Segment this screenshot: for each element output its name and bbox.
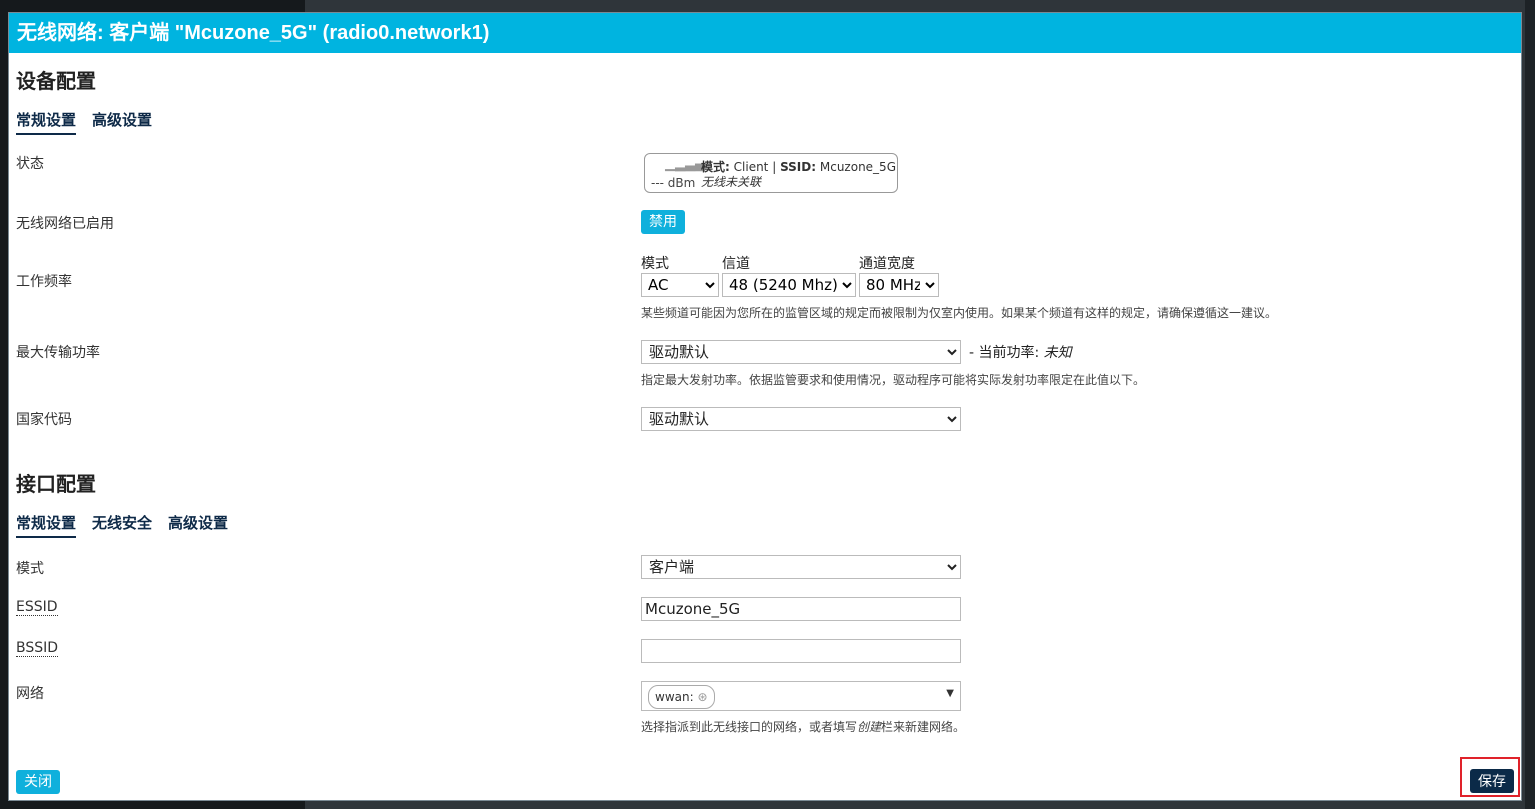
dialog-title: 无线网络: 客户端 "Mcuzone_5G" (radio0.network1) <box>9 13 1521 53</box>
current-power-prefix: - 当前功率: <box>969 345 1040 361</box>
status-ssid-key: SSID: <box>780 160 817 174</box>
tab-device-general[interactable]: 常规设置 <box>16 109 77 135</box>
tab-iface-advanced[interactable]: 高级设置 <box>168 512 228 538</box>
status-mode-value: Client <box>733 160 769 174</box>
country-select[interactable]: 驱动默认 <box>641 407 961 431</box>
signal-dbm: --- dBm <box>651 176 696 190</box>
freq-mode-label: 模式 <box>641 256 669 272</box>
status-mode-key: 模式: <box>701 160 730 174</box>
freq-mode-select[interactable]: AC <box>641 273 719 297</box>
freq-width-label: 通道宽度 <box>859 256 915 272</box>
tab-iface-security[interactable]: 无线安全 <box>92 512 152 538</box>
status-association: 无线未关联 <box>701 175 762 189</box>
interface-config-title: 接口配置 <box>16 474 96 496</box>
device-config-title: 设备配置 <box>16 71 96 93</box>
network-chip: wwan: ⊛ <box>648 685 715 709</box>
bssid-input[interactable] <box>641 639 961 663</box>
txpower-select[interactable]: 驱动默认 <box>641 340 961 364</box>
network-device-icon: ⊛ <box>697 690 708 704</box>
dropdown-arrow-icon: ▼ <box>946 688 954 699</box>
wireless-enabled-label: 无线网络已启用 <box>16 216 114 232</box>
network-label: 网络 <box>16 686 44 702</box>
signal-icon: ▁▂▃▄ <box>665 157 705 172</box>
tab-device-advanced[interactable]: 高级设置 <box>92 109 152 135</box>
disable-button[interactable]: 禁用 <box>641 210 685 234</box>
channel-width-select[interactable]: 80 MHz <box>859 273 939 297</box>
frequency-label: 工作频率 <box>16 274 72 290</box>
close-button[interactable]: 关闭 <box>16 770 60 794</box>
network-hint: 选择指派到此无线接口的网络，或者填写创建栏来新建网络。 <box>641 720 966 734</box>
txpower-hint: 指定最大发射功率。依据监管要求和使用情况，驱动程序可能将实际发射功率限定在此值以… <box>641 373 1146 387</box>
iface-mode-select[interactable]: 客户端 <box>641 555 961 579</box>
freq-channel-label: 信道 <box>722 256 750 272</box>
bssid-label: BSSID <box>16 640 59 657</box>
wireless-config-dialog: 无线网络: 客户端 "Mcuzone_5G" (radio0.network1)… <box>8 12 1522 801</box>
essid-input[interactable] <box>641 597 961 621</box>
status-ssid-value: Mcuzone_5G <box>819 160 896 174</box>
current-power: - 当前功率: 未知 <box>969 342 1072 362</box>
iface-mode-label: 模式 <box>16 561 44 577</box>
network-select[interactable]: wwan: ⊛ ▼ <box>641 681 961 711</box>
channel-select[interactable]: 48 (5240 Mhz) <box>722 273 856 297</box>
interface-tabs: 常规设置 无线安全 高级设置 <box>16 512 228 538</box>
status-label: 状态 <box>16 156 44 172</box>
save-highlight-box: 保存 <box>1460 757 1520 797</box>
country-label: 国家代码 <box>16 412 72 428</box>
txpower-label: 最大传输功率 <box>16 345 100 361</box>
status-box: ▁▂▃▄ --- dBm 模式: Client | SSID: Mcuzone_… <box>644 153 898 193</box>
frequency-hint: 某些频道可能因为您所在的监管区域的规定而被限制为仅室内使用。如果某个频道有这样的… <box>641 306 1278 320</box>
tab-iface-general[interactable]: 常规设置 <box>16 512 77 538</box>
background-right <box>1525 0 1535 809</box>
current-power-value: 未知 <box>1043 345 1072 361</box>
device-tabs: 常规设置 高级设置 <box>16 109 152 135</box>
save-button[interactable]: 保存 <box>1470 769 1514 793</box>
essid-label: ESSID <box>16 599 58 616</box>
